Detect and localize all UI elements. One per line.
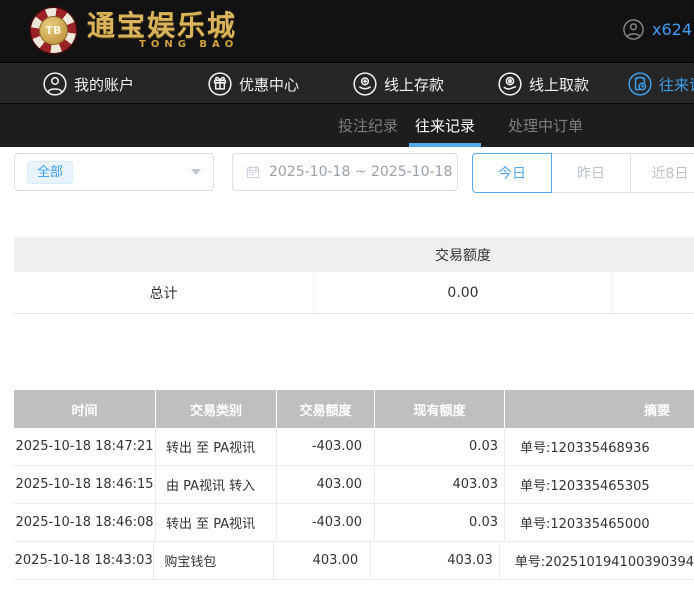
content-area: 全部 2025-10-18 ~ 2025-10-18 今日 昨日 近8日 交易额…: [0, 147, 694, 603]
cell-memo: 单号:202510194100390394: [500, 542, 694, 579]
date-range-picker[interactable]: 2025-10-18 ~ 2025-10-18: [232, 153, 458, 191]
cell-amount: -403.00: [277, 504, 375, 541]
deposit-hand-coin-icon: [352, 71, 378, 97]
tab-label: 往来记录: [415, 115, 475, 136]
cell-memo: 单号:120335465305: [505, 466, 694, 503]
nav-item-deposit[interactable]: 线上存款: [352, 63, 444, 105]
nav-item-promotions[interactable]: 优惠中心: [207, 63, 299, 105]
col-header-amount: 交易额度: [277, 390, 375, 428]
brand-text: 通宝娱乐城 TONG BAO: [87, 11, 238, 50]
main-nav: 我的账户 优惠中心 线上存款 线上取款: [0, 62, 694, 104]
brand-name-cn: 通宝娱乐城: [87, 11, 238, 41]
nav-label: 线上存款: [384, 74, 444, 95]
tab-label: 投注纪录: [338, 115, 398, 136]
cell-time: 2025-10-18 18:46:08: [14, 504, 156, 541]
nav-item-my-account[interactable]: 我的账户: [42, 63, 134, 105]
user-account-link[interactable]: x624: [622, 18, 692, 41]
summary-header-amount: 交易额度: [313, 245, 613, 265]
cell-amount: 403.00: [277, 466, 375, 503]
col-header-balance: 现有额度: [375, 390, 505, 428]
brand-name-en: TONG BAO: [139, 39, 238, 50]
poker-chip-icon: TB: [30, 7, 77, 54]
cell-balance: 0.03: [375, 504, 505, 541]
cell-time: 2025-10-18 18:46:15: [14, 466, 156, 503]
withdraw-hand-coin-icon: [497, 71, 523, 97]
col-header-memo: 摘要: [505, 390, 694, 428]
cell-balance: 0.03: [375, 428, 505, 465]
tab-transfer-records[interactable]: 往来记录: [409, 104, 481, 147]
nav-item-withdraw[interactable]: 线上取款: [497, 63, 589, 105]
today-button[interactable]: 今日: [472, 153, 552, 193]
cell-type: 转出 至 PA视讯: [156, 428, 277, 465]
record-tab-bar: 投注纪录 往来记录 处理中订单: [0, 104, 694, 147]
table-row: 2025-10-18 18:43:03 购宝钱包 403.00 403.03 单…: [14, 542, 694, 580]
summary-total-row: 总计 0.00: [14, 272, 694, 314]
table-row: 2025-10-18 18:46:08 转出 至 PA视讯 -403.00 0.…: [14, 504, 694, 542]
records-header-row: 时间 交易类别 交易额度 现有额度 摘要: [14, 390, 694, 428]
summary-total-value: 0.00: [313, 272, 613, 313]
cell-type: 购宝钱包: [154, 542, 274, 579]
caret-down-icon: [191, 169, 201, 175]
cell-amount: -403.00: [277, 428, 375, 465]
yesterday-button[interactable]: 昨日: [551, 153, 631, 193]
cell-type: 转出 至 PA视讯: [156, 504, 277, 541]
table-row: 2025-10-18 18:47:21 转出 至 PA视讯 -403.00 0.…: [14, 428, 694, 466]
cell-amount: 403.00: [274, 542, 371, 579]
quick-date-button-group: 今日 昨日 近8日: [472, 153, 694, 193]
nav-label: 往来记录: [659, 74, 694, 95]
transaction-type-select[interactable]: 全部: [14, 153, 214, 191]
cell-balance: 403.03: [375, 466, 505, 503]
username: x624: [652, 20, 692, 39]
table-row: 2025-10-18 18:46:15 由 PA视讯 转入 403.00 403…: [14, 466, 694, 504]
col-header-type: 交易类别: [156, 390, 277, 428]
cell-type: 由 PA视讯 转入: [156, 466, 277, 503]
calendar-icon: [245, 164, 261, 180]
summary-table: 交易额度 总计 0.00: [14, 237, 694, 314]
site-header: TB 通宝娱乐城 TONG BAO x624: [0, 0, 694, 62]
nav-label: 优惠中心: [239, 74, 299, 95]
gift-circle-icon: [207, 71, 233, 97]
selected-type-tag[interactable]: 全部: [27, 161, 73, 184]
user-avatar-icon: [622, 18, 645, 41]
clipboard-clock-icon: [627, 71, 653, 97]
records-table: 时间 交易类别 交易额度 现有额度 摘要 2025-10-18 18:47:21…: [14, 390, 694, 580]
nav-label: 我的账户: [74, 74, 134, 95]
cell-time: 2025-10-18 18:47:21: [14, 428, 156, 465]
cell-time: 2025-10-18 18:43:03: [14, 542, 154, 579]
last-8-days-button[interactable]: 近8日: [630, 153, 694, 193]
cell-memo: 单号:120335465000: [505, 504, 694, 541]
brand-logo[interactable]: TB 通宝娱乐城 TONG BAO: [30, 7, 238, 54]
tab-label: 处理中订单: [508, 115, 583, 136]
cell-memo: 单号:120335468936: [505, 428, 694, 465]
nav-item-transfer-records[interactable]: 往来记录: [627, 63, 694, 105]
col-header-time: 时间: [14, 390, 156, 428]
page: TB 通宝娱乐城 TONG BAO x624 我的账户: [0, 0, 694, 603]
date-range-value: 2025-10-18 ~ 2025-10-18: [269, 164, 452, 180]
tab-betting-records[interactable]: 投注纪录: [332, 104, 404, 147]
summary-header-row: 交易额度: [14, 237, 694, 272]
summary-total-label: 总计: [14, 283, 313, 303]
chip-monogram: TB: [39, 16, 68, 45]
cell-balance: 403.03: [371, 542, 500, 579]
nav-label: 线上取款: [529, 74, 589, 95]
tab-pending-orders[interactable]: 处理中订单: [502, 104, 589, 147]
user-circle-icon: [42, 71, 68, 97]
